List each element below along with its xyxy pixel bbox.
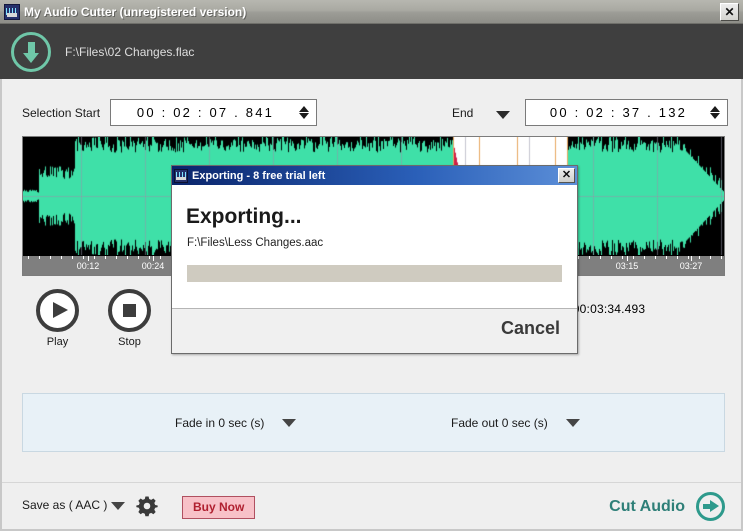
ruler-minor-tick [633, 256, 634, 259]
dialog-footer: Cancel [172, 309, 577, 353]
audio-cutter-icon [174, 168, 188, 183]
fade-out-label: Fade out 0 sec (s) [451, 416, 548, 430]
window-titlebar: My Audio Cutter (unregistered version) ✕ [0, 0, 743, 24]
close-icon[interactable]: ✕ [558, 168, 575, 183]
ruler-minor-tick [688, 256, 689, 259]
ruler-minor-tick [644, 256, 645, 259]
selection-start-field[interactable]: 00 : 02 : 07 . 841 [110, 99, 317, 126]
ruler-minor-tick [578, 256, 579, 259]
ruler-minor-tick [589, 256, 590, 259]
ruler-minor-tick [116, 256, 117, 259]
audio-cutter-icon [4, 3, 20, 20]
fade-in-selector[interactable]: Fade in 0 sec (s) [175, 416, 297, 430]
app-window: My Audio Cutter (unregistered version) ✕… [0, 0, 743, 531]
fade-in-label: Fade in 0 sec (s) [175, 416, 265, 430]
spinner-down-icon[interactable] [710, 113, 720, 119]
ruler-minor-tick [600, 256, 601, 259]
dialog-title: Exporting - 8 free trial left [192, 169, 326, 182]
stop-icon [108, 289, 151, 332]
ruler-minor-tick [61, 256, 62, 259]
gear-svg [136, 496, 158, 517]
cancel-button[interactable]: Cancel [501, 318, 560, 339]
stop-square [123, 304, 136, 317]
ruler-minor-tick [699, 256, 700, 259]
selection-end-field[interactable]: 00 : 02 : 37 . 132 [525, 99, 728, 126]
close-icon[interactable]: ✕ [720, 2, 739, 21]
selection-row: Selection Start 00 : 02 : 07 . 841 End 0… [2, 93, 741, 135]
ruler-minor-tick [710, 256, 711, 259]
selection-end-label: End [452, 106, 474, 120]
ruler-tick-label: 00:24 [141, 261, 165, 271]
stop-label: Stop [118, 336, 141, 348]
ruler-minor-tick [721, 256, 722, 259]
ruler-minor-tick [622, 256, 623, 259]
chevron-down-icon[interactable] [496, 111, 510, 119]
ruler-minor-tick [149, 256, 150, 259]
selection-end-value: 00 : 02 : 37 . 132 [549, 105, 688, 120]
download-arrow-icon[interactable] [11, 31, 51, 72]
gear-icon[interactable] [136, 495, 158, 517]
ruler-tick-label: 03:15 [615, 261, 639, 271]
ruler-minor-tick [127, 256, 128, 259]
ruler-minor-tick [160, 256, 161, 259]
selection-end-spinner[interactable] [705, 100, 725, 125]
ruler-minor-tick [28, 256, 29, 259]
spinner-up-icon[interactable] [710, 106, 720, 112]
arrow-head [23, 52, 39, 63]
selection-start-value: 00 : 02 : 07 . 841 [136, 105, 275, 120]
chevron-down-icon[interactable] [282, 419, 297, 427]
cut-audio-button[interactable]: Cut Audio [609, 492, 725, 521]
ruler-minor-tick [50, 256, 51, 259]
fade-panel: Fade in 0 sec (s) Fade out 0 sec (s) [22, 393, 725, 452]
input-file-path: F:\Files\02 Changes.flac [65, 44, 195, 59]
cut-audio-label: Cut Audio [609, 497, 685, 515]
spinner-down-icon[interactable] [299, 113, 309, 119]
dialog-titlebar: Exporting - 8 free trial left ✕ [172, 166, 577, 185]
ruler-minor-tick [677, 256, 678, 259]
fade-out-selector[interactable]: Fade out 0 sec (s) [451, 416, 580, 430]
chevron-down-icon[interactable] [111, 502, 125, 510]
ruler-minor-tick [611, 256, 612, 259]
save-as-label[interactable]: Save as ( AAC ) [22, 498, 107, 512]
ruler-minor-tick [105, 256, 106, 259]
ruler-minor-tick [83, 256, 84, 259]
file-header: F:\Files\02 Changes.flac [0, 24, 743, 79]
arrow-tip [710, 500, 719, 512]
selection-start-label: Selection Start [22, 106, 101, 120]
dialog-heading: Exporting... [186, 205, 302, 228]
arrow-right-circle-icon [696, 492, 725, 521]
selection-start-spinner[interactable] [294, 100, 314, 125]
dialog-body: Exporting... F:\Files\Less Changes.aac [172, 185, 577, 309]
ruler-minor-tick [138, 256, 139, 259]
ruler-tick-label: 00:12 [76, 261, 100, 271]
bottom-toolbar: Save as ( AAC ) Buy Now Cut Audio [2, 482, 741, 529]
play-label: Play [46, 336, 69, 348]
ruler-minor-tick [39, 256, 40, 259]
dialog-output-path: F:\Files\Less Changes.aac [187, 237, 324, 249]
ruler-minor-tick [94, 256, 95, 259]
ruler-minor-tick [666, 256, 667, 259]
stop-button[interactable]: Stop [108, 289, 151, 348]
spinner-up-icon[interactable] [299, 106, 309, 112]
ruler-minor-tick [72, 256, 73, 259]
chevron-down-icon[interactable] [565, 419, 580, 427]
window-title: My Audio Cutter (unregistered version) [24, 4, 247, 19]
ruler-tick-label: 03:27 [679, 261, 703, 271]
ruler-minor-tick [655, 256, 656, 259]
buy-now-button[interactable]: Buy Now [182, 496, 256, 519]
exporting-dialog: Exporting - 8 free trial left ✕ Exportin… [171, 165, 578, 354]
play-button[interactable]: Play [36, 289, 79, 348]
play-triangle [53, 302, 68, 318]
play-icon [36, 289, 79, 332]
export-progress-bar [187, 265, 562, 282]
